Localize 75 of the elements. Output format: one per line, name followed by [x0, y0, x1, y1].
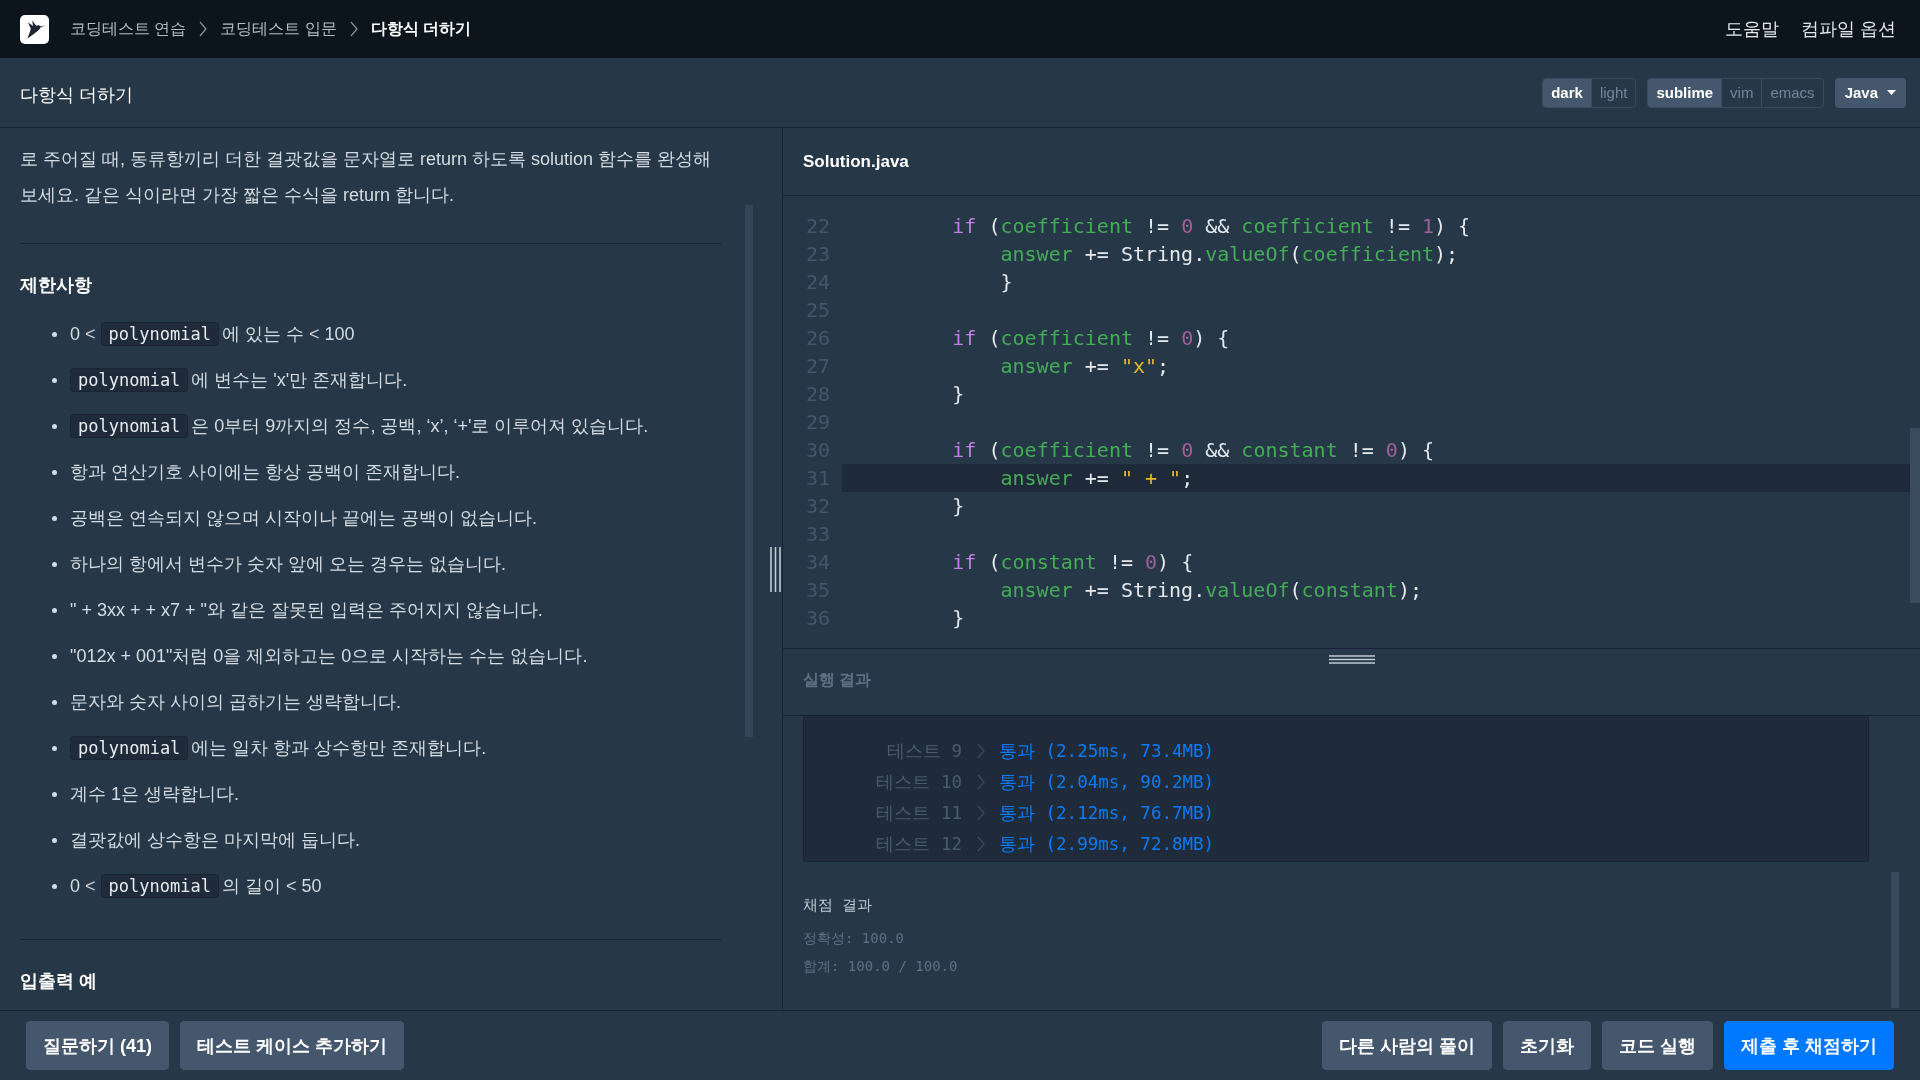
breadcrumb-link[interactable]: 코딩테스트 연습	[70, 18, 187, 40]
code-line: if (constant != 0) {	[951, 549, 1195, 576]
caret-icon	[1887, 90, 1896, 95]
constraint-text: 항과 연산기호 사이에는 항상 공백이 존재합니다.	[70, 461, 460, 484]
constraint-text: " + 3xx + + x7 + "와 같은 잘못된 입력은 주어지지 않습니다.	[70, 599, 543, 622]
bullet-icon	[52, 423, 57, 429]
resize-handle-icon[interactable]	[770, 546, 781, 592]
code-line: }	[951, 605, 966, 632]
constraint-text: polynomial 에는 일차 항과 상수항만 존재합니다.	[70, 736, 487, 760]
code-line: }	[951, 493, 966, 520]
breadcrumb-link[interactable]: 코딩테스트 입문	[220, 18, 337, 40]
chevron-right-icon	[199, 21, 208, 37]
bullet-icon	[52, 469, 57, 475]
section-heading: 제한사항	[20, 274, 93, 297]
problem-title: 다항식 더하기	[20, 83, 133, 107]
code-line: }	[951, 381, 966, 408]
action-button[interactable]: 코드 실행	[1601, 1021, 1713, 1070]
test-result: 통과 (2.25ms, 73.4MB)	[999, 739, 1215, 763]
submit-button[interactable]: 제출 후 채점하기	[1724, 1021, 1894, 1070]
constraint-text: 계수 1은 생략합니다.	[70, 783, 239, 806]
constraint-text: 공백은 연속되지 않으며 시작이나 끝에는 공백이 없습니다.	[70, 507, 537, 530]
code-line: answer += "x";	[999, 353, 1171, 380]
keymap-option[interactable]: sublime	[1648, 78, 1722, 107]
bullet-icon	[52, 837, 57, 843]
chevron-right-icon	[977, 742, 985, 759]
grading-title: 채점 결과	[803, 895, 874, 916]
code-line: answer += String.valueOf(coefficient);	[999, 241, 1460, 268]
nav-link[interactable]: 컴파일 옵션	[1801, 17, 1896, 41]
constraint-text: 0 < polynomial 에 있는 수 < 100	[70, 322, 355, 346]
constraint-text: "012x + 001"처럼 0을 제외하고는 0으로 시작하는 수는 없습니다.	[70, 645, 588, 668]
results-title: 실행 결과	[803, 670, 872, 690]
bullet-icon	[52, 515, 57, 521]
bullet-icon	[52, 607, 57, 613]
file-tab[interactable]: Solution.java	[803, 151, 909, 172]
action-button[interactable]: 다른 사람의 풀이	[1321, 1021, 1492, 1070]
test-result: 통과 (2.04ms, 90.2MB)	[999, 770, 1215, 794]
nav-link[interactable]: 도움말	[1725, 17, 1779, 41]
drag-handle-icon[interactable]	[1328, 655, 1375, 664]
theme-option[interactable]: dark	[1543, 78, 1591, 107]
grading-line: 합계: 100.0 / 100.0	[803, 957, 959, 976]
problem-description-text: 로 주어질 때, 동류항끼리 더한 결괏값을 문자열로 return 하도록 solution 함수를 완성해보세요. 같은 식이라면 가장 짧은 수식을 return 합니다.	[20, 148, 713, 207]
chevron-right-icon	[977, 835, 985, 852]
language-dropdown[interactable]: Java	[1834, 77, 1906, 108]
section-heading: 입출력 예	[20, 970, 98, 993]
code-line: if (coefficient != 0 && constant != 0) {	[951, 437, 1436, 464]
code-line: if (coefficient != 0) {	[951, 325, 1231, 352]
code-line: if (coefficient != 0 && coefficient != 1) {	[951, 213, 1472, 240]
constraint-text: 0 < polynomial 의 길이 < 50	[70, 874, 322, 898]
constraint-text: 하나의 항에서 변수가 숫자 앞에 오는 경우는 없습니다.	[70, 553, 506, 576]
bullet-icon	[52, 561, 57, 567]
constraint-text: 결괏값에 상수항은 마지막에 둡니다.	[70, 829, 360, 852]
grading-line: 정확성: 100.0	[803, 929, 905, 948]
action-button[interactable]: 초기화	[1502, 1021, 1591, 1070]
breadcrumb-link[interactable]: 다항식 더하기	[370, 18, 472, 40]
chevron-right-icon	[977, 804, 985, 821]
test-result: 통과 (2.12ms, 76.7MB)	[999, 801, 1215, 825]
constraint-text: 문자와 숫자 사이의 곱하기는 생략합니다.	[70, 691, 401, 714]
bullet-icon	[52, 377, 57, 383]
bullet-icon	[52, 745, 57, 751]
bullet-icon	[52, 331, 57, 337]
action-button[interactable]: 질문하기 (41)	[26, 1021, 169, 1070]
bullet-icon	[52, 699, 57, 705]
bullet-icon	[52, 791, 57, 797]
chevron-right-icon	[977, 773, 985, 790]
scrollbar-thumb[interactable]	[1910, 428, 1920, 603]
constraint-text: polynomial 에 변수는 'x'만 존재합니다.	[70, 368, 408, 392]
bullet-icon	[52, 653, 57, 659]
action-button[interactable]: 테스트 케이스 추가하기	[180, 1021, 405, 1070]
code-line: }	[999, 269, 1014, 296]
bullet-icon	[52, 883, 57, 889]
code-line: answer += String.valueOf(constant);	[999, 577, 1423, 604]
chevron-right-icon	[349, 21, 358, 37]
bird-logo-icon[interactable]	[20, 14, 49, 44]
test-result: 통과 (2.99ms, 72.8MB)	[999, 832, 1215, 856]
constraint-text: polynomial 은 0부터 9까지의 정수, 공백, ‘x’, ‘+'로 이루어져 있습니다.	[70, 414, 649, 438]
